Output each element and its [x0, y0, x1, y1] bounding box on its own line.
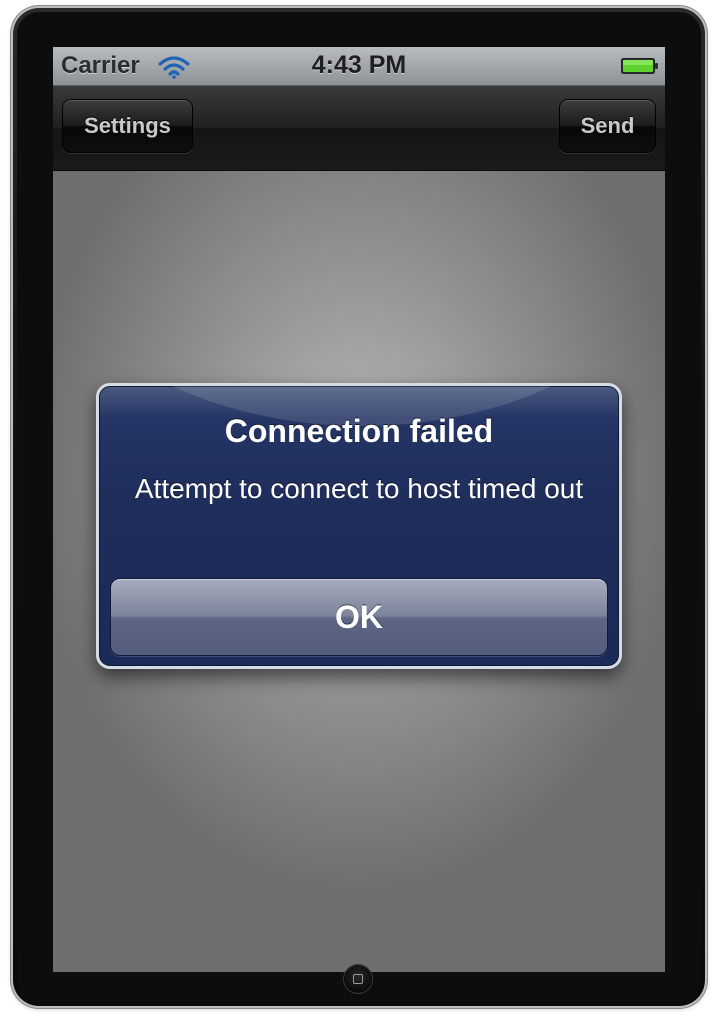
- alert-message: Attempt to connect to host timed out: [134, 473, 584, 504]
- alert-dialog: Connection failed Attempt to connect to …: [96, 383, 622, 669]
- status-bar: Carrier 4:43 PM: [53, 47, 665, 86]
- ipad-device-frame: Carrier 4:43 PM Settings Send Connection…: [13, 8, 705, 1006]
- screen: Carrier 4:43 PM Settings Send Connection…: [53, 47, 665, 972]
- settings-button[interactable]: Settings: [62, 99, 193, 153]
- home-square-icon: [353, 974, 363, 984]
- navigation-bar: Settings Send: [53, 86, 665, 171]
- send-button[interactable]: Send: [559, 99, 656, 153]
- battery-icon: [621, 58, 658, 74]
- home-button-icon[interactable]: [344, 965, 372, 993]
- ok-button[interactable]: OK: [110, 578, 608, 656]
- alert-title: Connection failed: [224, 413, 494, 449]
- status-time: 4:43 PM: [311, 51, 407, 79]
